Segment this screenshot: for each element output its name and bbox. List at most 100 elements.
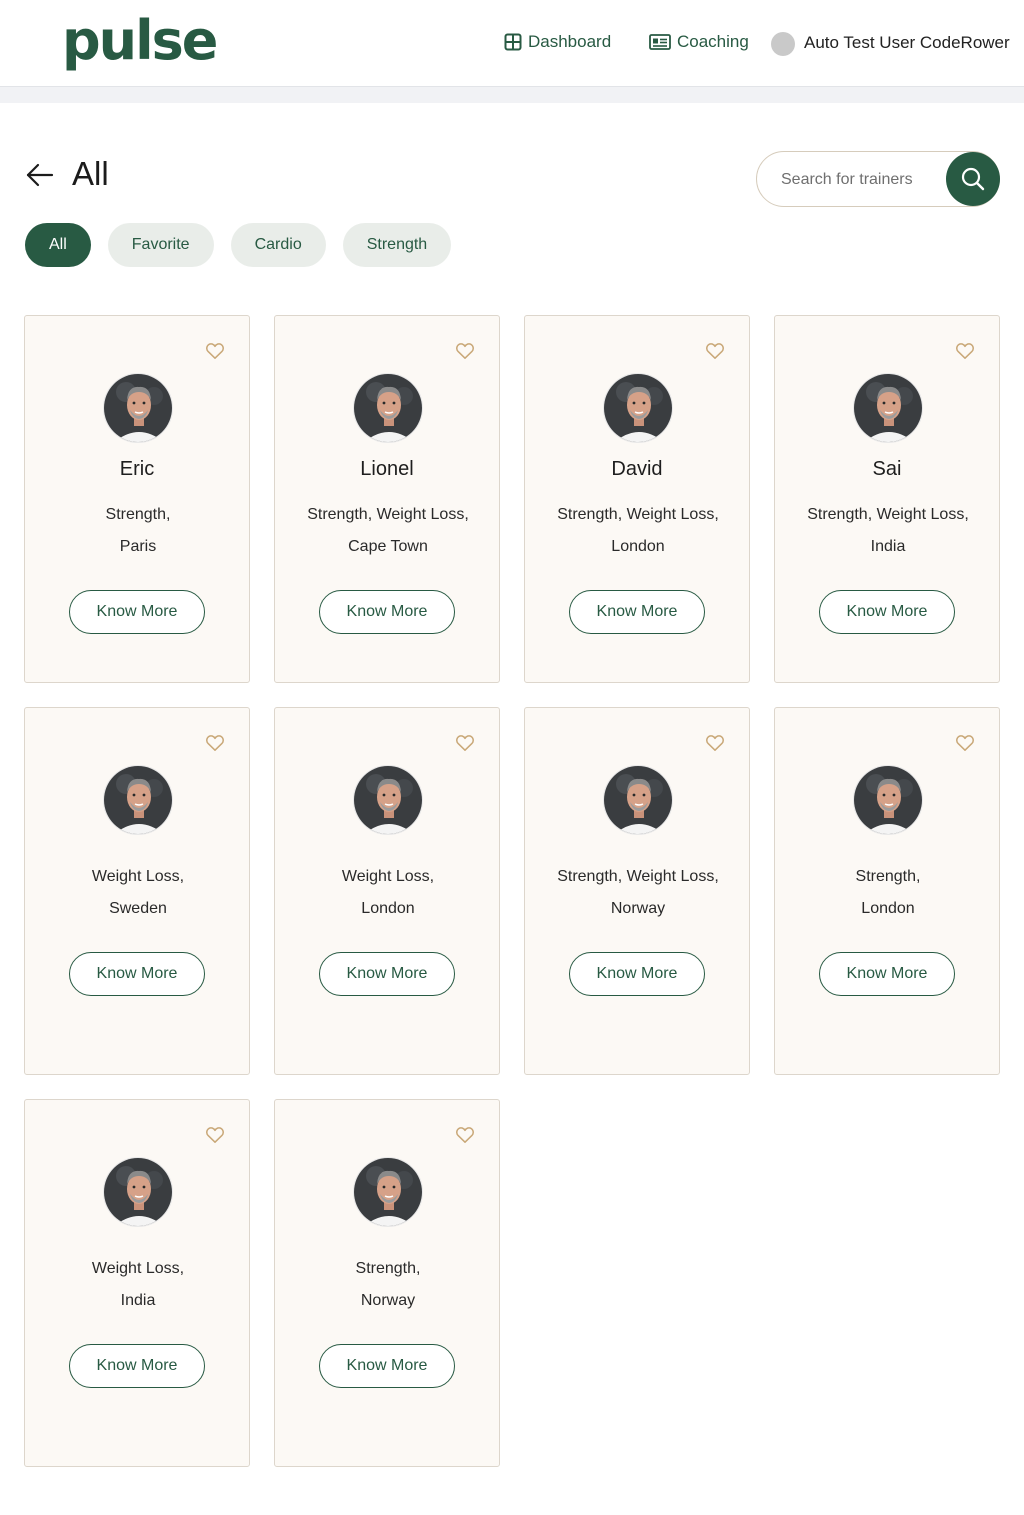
trainer-location: Paris: [119, 538, 157, 555]
trainer-specialties: Strength, Weight Loss,: [307, 506, 469, 523]
trainer-card[interactable]: Lionel Strength, Weight Loss, Cape Town …: [274, 315, 500, 683]
favorite-heart-icon[interactable]: [205, 1125, 225, 1145]
favorite-heart-icon[interactable]: [205, 341, 225, 361]
trainer-location: Norway: [360, 1292, 416, 1309]
search-input[interactable]: [781, 166, 931, 194]
user-avatar: [771, 32, 795, 56]
favorite-heart-icon[interactable]: [955, 733, 975, 753]
trainer-location: Norway: [610, 900, 666, 917]
trainer-name: Lionel: [360, 458, 414, 480]
know-more-button[interactable]: Know More: [569, 590, 705, 634]
favorite-heart-icon[interactable]: [205, 733, 225, 753]
trainer-card[interactable]: Sai Strength, Weight Loss, India Know Mo…: [774, 315, 1000, 683]
id-card-icon: [649, 34, 671, 50]
trainer-details: Strength, Weight Loss, India: [785, 499, 991, 563]
trainer-search: [756, 151, 1000, 207]
trainer-photo: [604, 766, 672, 834]
trainer-avatar: [853, 373, 923, 443]
trainer-details: Strength, Weight Loss, London: [535, 499, 741, 563]
search-icon: [961, 167, 985, 191]
trainer-location: London: [611, 538, 665, 555]
trainer-name: Eric: [119, 458, 155, 480]
trainer-specialties: Weight Loss,: [91, 1260, 185, 1277]
trainer-location: India: [870, 538, 906, 555]
filter-chip-all[interactable]: All: [25, 223, 91, 267]
trainer-location: India: [120, 1292, 156, 1309]
trainer-photo: [354, 374, 422, 442]
trainer-photo: [354, 766, 422, 834]
trainer-details: Weight Loss, Sweden: [35, 861, 241, 925]
trainer-specialties: Strength, Weight Loss,: [557, 506, 719, 523]
dashboard-grid-icon: [504, 33, 522, 51]
filter-chips: All Favorite Cardio Strength: [25, 223, 452, 267]
trainer-details: Strength, Paris: [35, 499, 241, 563]
top-header: pulse Dashboard Coaching Auto Test User …: [0, 0, 1024, 87]
pulse-logo[interactable]: pulse: [62, 4, 218, 78]
know-more-button[interactable]: Know More: [319, 952, 455, 996]
nav-coaching[interactable]: Coaching: [649, 30, 749, 54]
trainer-avatar: [103, 373, 173, 443]
favorite-heart-icon[interactable]: [455, 341, 475, 361]
page-title: All: [72, 155, 109, 192]
trainer-details: Weight Loss, London: [285, 861, 491, 925]
know-more-button[interactable]: Know More: [569, 952, 705, 996]
search-button[interactable]: [946, 152, 1000, 206]
trainer-card[interactable]: Weight Loss, India Know More: [24, 1099, 250, 1467]
trainer-location: Cape Town: [348, 538, 428, 555]
back-arrow-icon[interactable]: [26, 160, 54, 190]
trainer-name: David: [611, 458, 663, 480]
header-divider-band: [0, 87, 1024, 103]
trainer-avatar: [353, 373, 423, 443]
trainer-location: London: [861, 900, 915, 917]
trainer-photo: [604, 374, 672, 442]
know-more-button[interactable]: Know More: [69, 590, 205, 634]
trainer-specialties: Strength,: [855, 868, 921, 885]
trainer-photo: [354, 1158, 422, 1226]
trainer-specialties: Strength, Weight Loss,: [557, 868, 719, 885]
favorite-heart-icon[interactable]: [455, 733, 475, 753]
trainer-card[interactable]: Eric Strength, Paris Know More: [24, 315, 250, 683]
trainer-card[interactable]: Weight Loss, London Know More: [274, 707, 500, 1075]
filter-chip-favorite[interactable]: Favorite: [107, 223, 214, 267]
favorite-heart-icon[interactable]: [955, 341, 975, 361]
trainer-specialties: Strength, Weight Loss,: [807, 506, 969, 523]
trainer-specialties: Strength,: [105, 506, 171, 523]
trainer-photo: [854, 766, 922, 834]
trainer-photo: [104, 1158, 172, 1226]
nav-dashboard-label: Dashboard: [528, 32, 612, 51]
favorite-heart-icon[interactable]: [705, 341, 725, 361]
trainer-avatar: [103, 765, 173, 835]
favorite-heart-icon[interactable]: [705, 733, 725, 753]
trainer-card[interactable]: Strength, Norway Know More: [274, 1099, 500, 1467]
know-more-button[interactable]: Know More: [819, 952, 955, 996]
trainer-avatar: [353, 1157, 423, 1227]
trainer-location: Sweden: [109, 900, 167, 917]
filter-chip-strength[interactable]: Strength: [342, 223, 452, 267]
know-more-button[interactable]: Know More: [69, 952, 205, 996]
favorite-heart-icon[interactable]: [455, 1125, 475, 1145]
trainer-details: Strength, London: [785, 861, 991, 925]
user-menu[interactable]: Auto Test User CodeRower: [771, 30, 1010, 56]
trainer-photo: [104, 766, 172, 834]
trainer-card[interactable]: Strength, Weight Loss, Norway Know More: [524, 707, 750, 1075]
trainer-card[interactable]: David Strength, Weight Loss, London Know…: [524, 315, 750, 683]
know-more-button[interactable]: Know More: [819, 590, 955, 634]
trainer-card[interactable]: Strength, London Know More: [774, 707, 1000, 1075]
trainer-photo: [104, 374, 172, 442]
trainer-avatar: [603, 765, 673, 835]
nav-coaching-label: Coaching: [677, 32, 749, 51]
trainer-details: Strength, Weight Loss, Cape Town: [285, 499, 491, 563]
trainer-photo: [854, 374, 922, 442]
filter-chip-cardio[interactable]: Cardio: [230, 223, 326, 267]
trainer-card[interactable]: Weight Loss, Sweden Know More: [24, 707, 250, 1075]
trainer-details: Strength, Norway: [285, 1253, 491, 1317]
trainer-details: Weight Loss, India: [35, 1253, 241, 1317]
know-more-button[interactable]: Know More: [319, 590, 455, 634]
trainer-specialties: Strength,: [355, 1260, 421, 1277]
know-more-button[interactable]: Know More: [319, 1344, 455, 1388]
know-more-button[interactable]: Know More: [69, 1344, 205, 1388]
trainer-location: London: [361, 900, 415, 917]
trainer-avatar: [353, 765, 423, 835]
user-name: Auto Test User CodeRower: [804, 33, 1010, 52]
nav-dashboard[interactable]: Dashboard: [504, 30, 611, 54]
